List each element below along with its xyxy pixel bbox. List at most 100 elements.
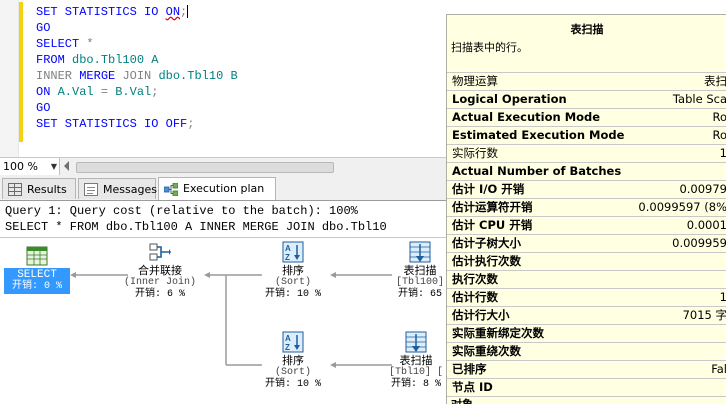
tooltip-property-value: 0.00979 — [679, 182, 726, 196]
code-token: INNER — [36, 69, 80, 83]
tooltip-property-row: 估计 CPU 开销 0.0001 — [447, 217, 726, 235]
code-token: SET STATISTICS IO — [36, 117, 166, 131]
code-token: OFF — [165, 117, 188, 131]
tooltip-property-value: 表扫 — [704, 74, 726, 88]
merge-join-label: 合并联接 — [138, 264, 182, 277]
tooltip-property-name: Estimated Execution Mode — [452, 128, 625, 142]
tab-execution-plan[interactable]: Execution plan — [158, 177, 276, 200]
tooltip-property-row: Estimated Execution Mode Ro — [447, 127, 726, 145]
tooltip-property-row: 估计执行次数 — [447, 253, 726, 271]
tooltip-property-name: 估计行数 — [452, 290, 498, 304]
tab-results[interactable]: Results — [2, 178, 76, 199]
zoom-dropdown[interactable]: 100 % ▼ — [0, 158, 60, 175]
sort-icon: A Z — [282, 241, 304, 263]
code-token: ; — [180, 5, 188, 19]
sort-top-label: 排序 — [282, 264, 304, 277]
code-token: ; — [187, 117, 195, 131]
operator-tooltip: 表扫描 扫描表中的行。 物理运算 表扫 Logical Operation Table… — [446, 14, 726, 404]
merge-join-subtype: (Inner Join) — [123, 277, 196, 288]
tab-execution-plan-label: Execution plan — [183, 182, 265, 195]
tooltip-property-name: Actual Execution Mode — [452, 110, 601, 124]
code-line[interactable]: SET STATISTICS IO OFF; — [36, 116, 238, 132]
svg-text:A: A — [285, 334, 291, 343]
plan-node-sort-top[interactable]: A Z 排序 (Sort) 开销: 10 % — [262, 241, 324, 301]
plan-node-table-scan-top[interactable]: 表扫描 [Tbl100] 开销: 65 — [382, 241, 446, 301]
tooltip-properties: 物理运算 表扫 Logical Operation Table Sca Actual E… — [447, 72, 726, 397]
code-line[interactable]: GO — [36, 20, 238, 36]
tooltip-property-value: Fal — [711, 362, 726, 376]
table-scan-bottom-cost: 开销: 8 % — [390, 379, 441, 390]
tooltip-property-value: 0.009959 — [672, 236, 726, 250]
code-token: GO — [36, 21, 51, 35]
message-icon — [84, 183, 98, 196]
code-token: dbo.Tbl10 B — [158, 69, 238, 83]
tooltip-property-name: 估计 CPU 开销 — [452, 218, 533, 232]
plan-node-merge-join[interactable]: 合并联接 (Inner Join) 开销: 6 % — [118, 241, 202, 301]
sort-bottom-label: 排序 — [282, 354, 304, 367]
results-tab-strip: Results Messages Execution plan — [0, 175, 446, 201]
code-token: SELECT — [36, 37, 87, 51]
tooltip-property-value: Ro — [712, 128, 726, 142]
code-token: = — [100, 85, 116, 99]
tooltip-title: 表扫描 — [570, 23, 604, 36]
code-line[interactable]: INNER MERGE JOIN dbo.Tbl10 B — [36, 68, 238, 84]
table-scan-icon — [409, 241, 431, 263]
tooltip-property-name: 估计 I/O 开销 — [452, 182, 525, 196]
plan-node-sort-bottom[interactable]: A Z 排序 (Sort) 开销: 10 % — [262, 331, 324, 391]
sort-top-subtype: (Sort) — [274, 277, 311, 288]
tooltip-property-row: 实际重绕次数 — [447, 343, 726, 361]
tooltip-property-value: Ro — [712, 110, 726, 124]
tooltip-property-row: Actual Execution Mode Ro — [447, 109, 726, 127]
execution-plan-icon — [163, 182, 179, 197]
tooltip-property-name: 估计执行次数 — [452, 254, 521, 268]
code-token: MERGE — [79, 69, 123, 83]
grid-icon — [8, 183, 22, 196]
table-scan-bottom-table: [Tbl10] [ — [388, 367, 443, 378]
tooltip-property-row: 物理运算 表扫 — [447, 72, 726, 91]
code-token: ON — [165, 5, 181, 19]
code-token: B.Val — [115, 85, 152, 99]
tooltip-property-row: 估计行数 1 — [447, 289, 726, 307]
table-scan-top-table: [Tbl100] — [395, 277, 444, 288]
tab-messages[interactable]: Messages — [78, 178, 157, 199]
plan-node-table-scan-bottom[interactable]: 表扫描 [Tbl10] [ 开销: 8 % — [380, 331, 446, 391]
scroll-left-arrow-icon[interactable] — [64, 161, 69, 171]
tooltip-property-name: 执行次数 — [452, 272, 498, 286]
code-token: * — [86, 37, 94, 51]
code-line[interactable]: SELECT * — [36, 36, 238, 52]
chevron-down-icon[interactable]: ▼ — [51, 158, 57, 175]
horizontal-scrollbar-thumb[interactable] — [76, 162, 334, 173]
svg-text:A: A — [285, 244, 291, 253]
code-token: ON — [36, 85, 58, 99]
select-node-label: SELECT — [17, 269, 57, 281]
tooltip-property-row: 已排序 Fal — [447, 361, 726, 379]
plan-node-select[interactable]: SELECT 开销: 0 % — [4, 246, 70, 294]
code-line[interactable]: SET STATISTICS IO ON; — [36, 4, 238, 20]
tooltip-property-name: 实际重新绑定次数 — [452, 326, 544, 340]
tooltip-property-name: 实际行数 — [452, 146, 498, 160]
code-line[interactable]: ON A.Val = B.Val; — [36, 84, 238, 100]
code-token: ; — [151, 85, 159, 99]
tooltip-property-name: 估计运算符开销 — [452, 200, 533, 214]
tooltip-property-row: 执行次数 — [447, 271, 726, 289]
tooltip-property-row: 实际行数 1 — [447, 145, 726, 163]
tooltip-property-value: 7015 字 — [682, 308, 726, 322]
code-line[interactable]: FROM dbo.Tbl100 A — [36, 52, 238, 68]
tooltip-property-value: 1 — [720, 145, 726, 162]
merge-join-icon — [149, 241, 171, 263]
tooltip-description: 扫描表中的行。 — [451, 41, 528, 54]
code-line[interactable]: GO — [36, 100, 238, 116]
tooltip-property-row: 估计运算符开销 0.0099597 (8% — [447, 199, 726, 217]
tab-messages-label: Messages — [103, 183, 157, 196]
tooltip-property-row: 估计 I/O 开销 0.00979 — [447, 181, 726, 199]
tooltip-property-name: Actual Number of Batches — [452, 164, 622, 178]
code-token: dbo.Tbl100 A — [72, 53, 159, 67]
tooltip-property-value: 0.0001 — [686, 218, 726, 232]
code-lines[interactable]: SET STATISTICS IO ON; GO SELECT * FROM dbo.… — [36, 4, 238, 132]
tooltip-property-row: 节点 ID — [447, 379, 726, 397]
code-token: JOIN — [122, 69, 159, 83]
svg-text:Z: Z — [285, 253, 290, 262]
execution-plan-pane[interactable]: Query 1: Query cost (relative to the bat… — [0, 201, 446, 403]
tooltip-property-name: 已排序 — [452, 362, 487, 376]
tooltip-property-name: 估计子树大小 — [452, 236, 521, 250]
